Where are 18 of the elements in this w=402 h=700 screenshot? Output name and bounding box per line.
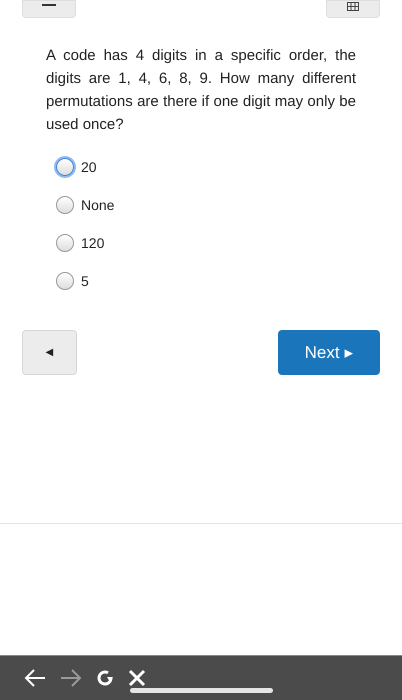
minimize-button[interactable]: [22, 0, 76, 18]
answer-option[interactable]: None: [56, 194, 402, 216]
answer-option[interactable]: 5: [56, 270, 402, 292]
close-icon[interactable]: [127, 668, 147, 688]
radio-button[interactable]: [56, 272, 74, 290]
question-text: A code has 4 digits in a specific order, the digits are 1, 4, 6, 8, 9. How many different permutations are there if one digit may only be used once?: [46, 46, 356, 135]
radio-button[interactable]: [56, 158, 74, 176]
back-button[interactable]: ◀: [22, 330, 77, 375]
radio-button[interactable]: [56, 234, 74, 252]
dash-icon: [42, 4, 56, 6]
reload-icon[interactable]: [95, 668, 115, 688]
next-button[interactable]: Next ▸: [278, 330, 380, 375]
back-arrow-icon[interactable]: [23, 668, 47, 688]
grid-icon: [347, 2, 359, 11]
radio-button[interactable]: [56, 196, 74, 214]
answer-option[interactable]: 120: [56, 232, 402, 254]
answer-option[interactable]: 20: [56, 156, 402, 178]
grid-button[interactable]: [326, 0, 380, 18]
